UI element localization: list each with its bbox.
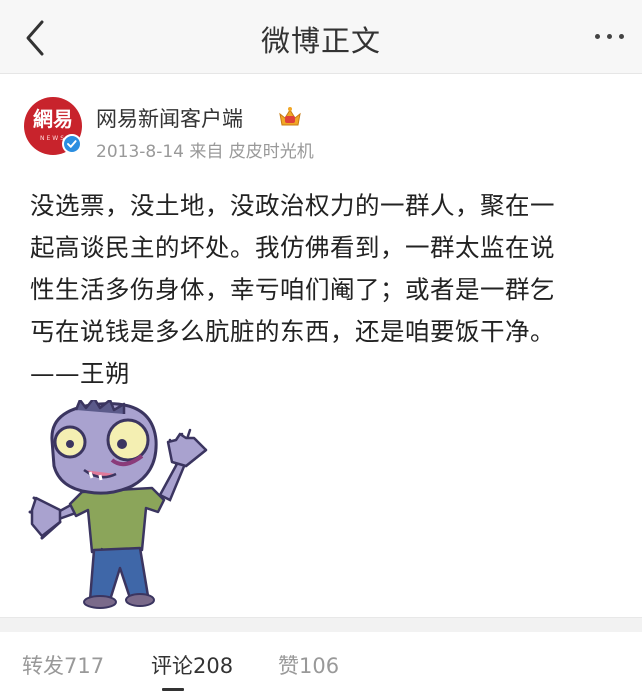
top-nav-bar: 微博正文 — [0, 0, 642, 74]
zombie-cartoon-image[interactable] — [20, 400, 235, 610]
author-name[interactable]: 网易新闻客户端 — [96, 103, 243, 133]
action-tabs: 转发717 评论208 赞106 — [0, 632, 642, 695]
post-content-line: ——王朔 — [30, 359, 130, 388]
more-horizontal-icon[interactable] — [590, 26, 624, 46]
post-author-header: 網易 NEWS 网易新闻客户端 2013-8-14 来自 皮皮时光机 — [24, 97, 624, 162]
crown-icon — [279, 107, 301, 126]
verified-icon — [62, 134, 82, 154]
section-divider — [0, 617, 642, 633]
active-tab-indicator — [162, 688, 184, 691]
post-content-line: 性生活多伤身体，幸亏咱们阉了；或者是一群乞 — [30, 275, 555, 304]
tab-comments[interactable]: 评论208 — [151, 650, 233, 680]
post-meta: 2013-8-14 来自 皮皮时光机 — [96, 142, 314, 162]
tab-repost[interactable]: 转发717 — [22, 650, 104, 680]
page-title: 微博正文 — [260, 24, 381, 58]
post-content-line: 起高谈民主的坏处。我仿佛看到，一群太监在说 — [30, 233, 555, 262]
post-content-line: 丐在说钱是多么肮脏的东西，还是咱要饭干净。 — [30, 317, 555, 346]
post-content-line: 没选票，没土地，没政治权力的一群人，聚在一 — [30, 191, 555, 220]
avatar-logo-text: 網易 — [33, 107, 73, 131]
post-content: 没选票，没土地，没政治权力的一群人，聚在一 起高谈民主的坏处。我仿佛看到，一群太… — [30, 185, 615, 395]
tab-likes[interactable]: 赞106 — [278, 650, 339, 680]
